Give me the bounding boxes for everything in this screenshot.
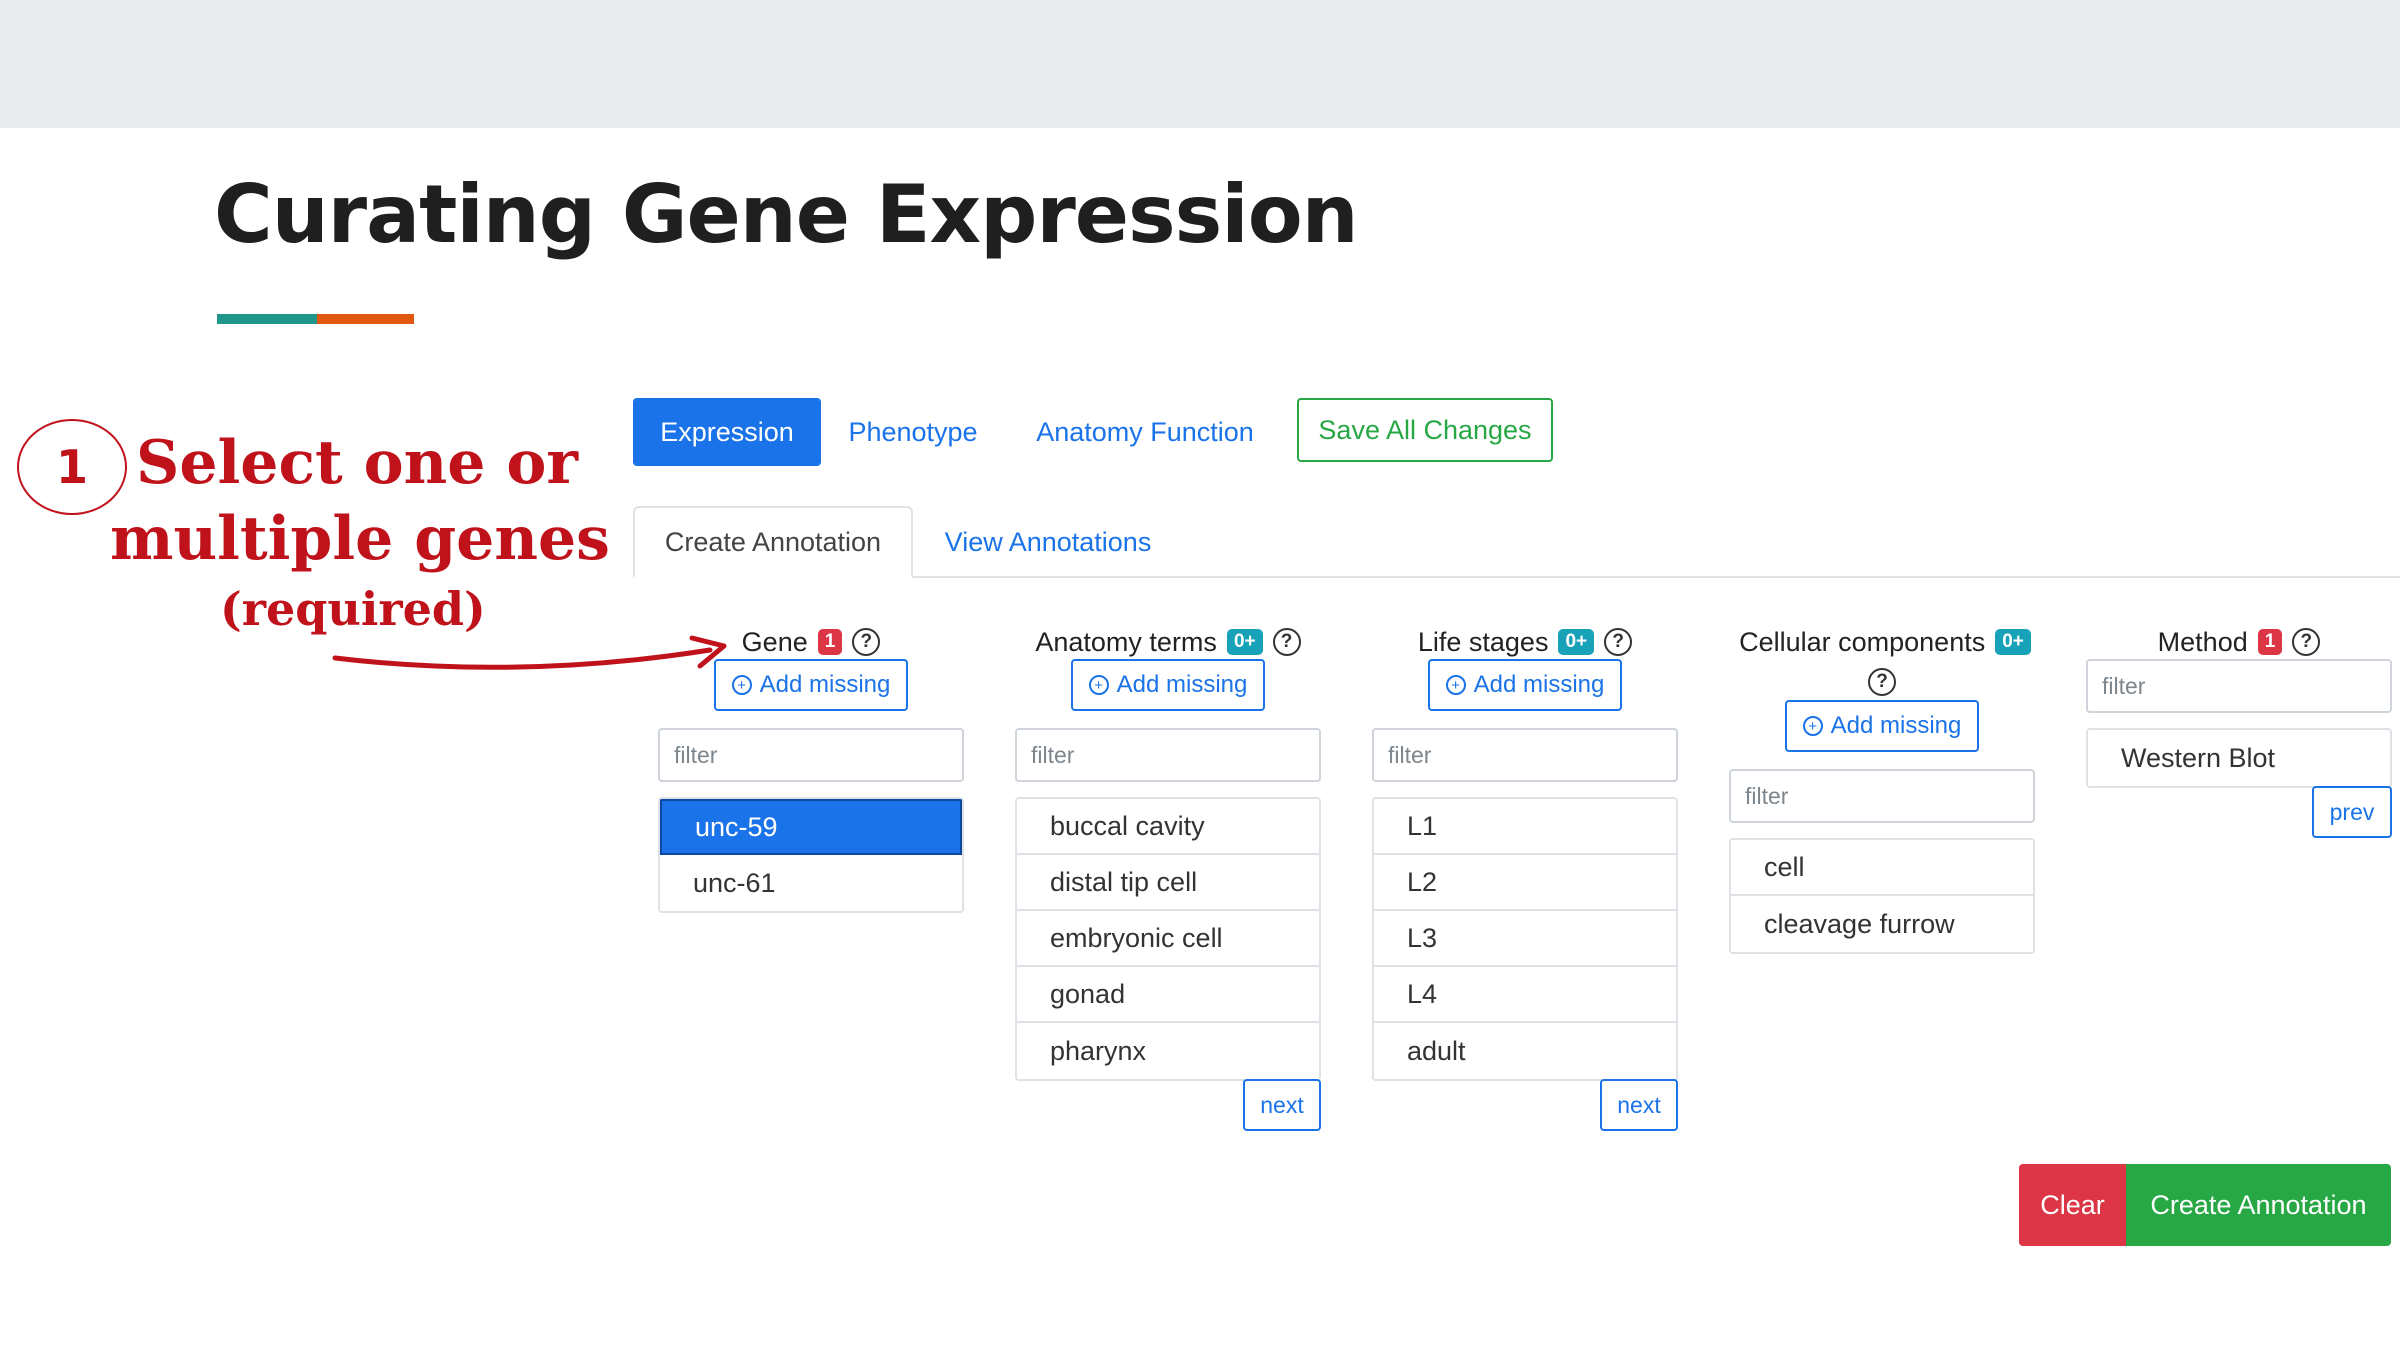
life-stages-add-missing-button[interactable]: + Add missing — [1428, 659, 1622, 711]
question-circle-icon[interactable]: ? — [1604, 628, 1633, 656]
anatomy-item[interactable]: gonad — [1017, 967, 1319, 1023]
anatomy-add-missing-button[interactable]: + Add missing — [1071, 659, 1265, 711]
question-circle-icon[interactable]: ? — [1272, 628, 1301, 656]
title-accent-teal — [217, 314, 317, 324]
anatomy-item[interactable]: pharynx — [1017, 1023, 1319, 1079]
save-all-changes-button[interactable]: Save All Changes — [1297, 398, 1553, 462]
cellular-components-column-header: Cellular components 0+ — [1720, 622, 2050, 662]
cellular-component-item[interactable]: cell — [1731, 840, 2033, 896]
anatomy-item[interactable]: buccal cavity — [1017, 799, 1319, 855]
life-stage-item[interactable]: adult — [1374, 1023, 1676, 1079]
callout-line-1: Select one or — [136, 428, 578, 498]
subtab-view-annotations[interactable]: View Annotations — [920, 506, 1176, 578]
life-stage-item[interactable]: L3 — [1374, 911, 1676, 967]
title-accent-orange — [317, 314, 414, 324]
tab-anatomy-function[interactable]: Anatomy Function — [1018, 398, 1272, 466]
cellular-filter-input[interactable] — [1729, 769, 2035, 823]
question-circle-icon[interactable]: ? — [2292, 628, 2321, 656]
anatomy-item[interactable]: embryonic cell — [1017, 911, 1319, 967]
anatomy-list: buccal cavity distal tip cell embryonic … — [1015, 797, 1321, 1081]
cellular-list: cell cleavage furrow — [1729, 838, 2035, 954]
life-stages-label: Life stages — [1417, 626, 1549, 657]
gene-label: Gene — [741, 626, 808, 657]
anatomy-label: Anatomy terms — [1035, 626, 1217, 657]
subtab-create-annotation[interactable]: Create Annotation — [633, 506, 913, 578]
life-stages-list: L1 L2 L3 L4 adult — [1372, 797, 1678, 1081]
slide-title: Curating Gene Expression — [214, 168, 1359, 261]
cellular-component-item[interactable]: cleavage furrow — [1731, 896, 2033, 952]
anatomy-badge: 0+ — [1226, 629, 1263, 655]
cellular-components-label: Cellular components — [1739, 626, 1986, 657]
add-missing-label: Add missing — [1830, 712, 1962, 739]
gene-item-unc-59[interactable]: unc-59 — [660, 799, 962, 855]
life-stages-badge: 0+ — [1558, 629, 1595, 655]
method-item[interactable]: Western Blot — [2088, 730, 2390, 786]
add-missing-label: Add missing — [759, 671, 891, 698]
life-stages-filter-input[interactable] — [1372, 728, 1678, 782]
gene-list: unc-59 unc-61 — [658, 797, 964, 913]
life-stage-item[interactable]: L4 — [1374, 967, 1676, 1023]
method-label: Method — [2157, 626, 2248, 657]
clear-button[interactable]: Clear — [2019, 1164, 2126, 1246]
gene-item-unc-61[interactable]: unc-61 — [660, 855, 962, 911]
method-list: Western Blot — [2086, 728, 2392, 788]
gene-filter-input[interactable] — [658, 728, 964, 782]
gene-column-header: Gene 1 ? — [658, 622, 964, 662]
step-number-circle: 1 — [17, 419, 127, 515]
cellular-help-row: ? — [1729, 664, 2035, 700]
add-missing-label: Add missing — [1116, 671, 1248, 698]
tab-phenotype[interactable]: Phenotype — [833, 398, 993, 466]
create-annotation-button[interactable]: Create Annotation — [2126, 1164, 2391, 1246]
add-missing-label: Add missing — [1473, 671, 1605, 698]
gene-add-missing-button[interactable]: + Add missing — [714, 659, 908, 711]
life-stage-item[interactable]: L2 — [1374, 855, 1676, 911]
anatomy-column-header: Anatomy terms 0+ ? — [1015, 622, 1321, 662]
method-prev-button[interactable]: prev — [2312, 786, 2392, 838]
plus-circle-icon: + — [1445, 675, 1466, 695]
tab-expression[interactable]: Expression — [633, 398, 821, 466]
life-stages-column-header: Life stages 0+ ? — [1372, 622, 1678, 662]
top-banner — [0, 0, 2400, 128]
question-circle-icon[interactable]: ? — [852, 628, 881, 656]
anatomy-next-button[interactable]: next — [1243, 1079, 1321, 1131]
method-required-badge: 1 — [2257, 629, 2283, 655]
plus-circle-icon: + — [1802, 716, 1823, 736]
method-filter-input[interactable] — [2086, 659, 2392, 713]
plus-circle-icon: + — [731, 675, 752, 695]
cellular-components-badge: 0+ — [1995, 629, 2031, 655]
method-column-header: Method 1 ? — [2086, 622, 2392, 662]
plus-circle-icon: + — [1088, 675, 1109, 695]
gene-required-badge: 1 — [817, 629, 843, 655]
anatomy-item[interactable]: distal tip cell — [1017, 855, 1319, 911]
life-stage-item[interactable]: L1 — [1374, 799, 1676, 855]
question-circle-icon[interactable]: ? — [1868, 668, 1896, 696]
callout-line-2: multiple genes — [110, 504, 610, 574]
life-stages-next-button[interactable]: next — [1600, 1079, 1678, 1131]
anatomy-filter-input[interactable] — [1015, 728, 1321, 782]
cellular-add-missing-button[interactable]: + Add missing — [1785, 700, 1979, 752]
